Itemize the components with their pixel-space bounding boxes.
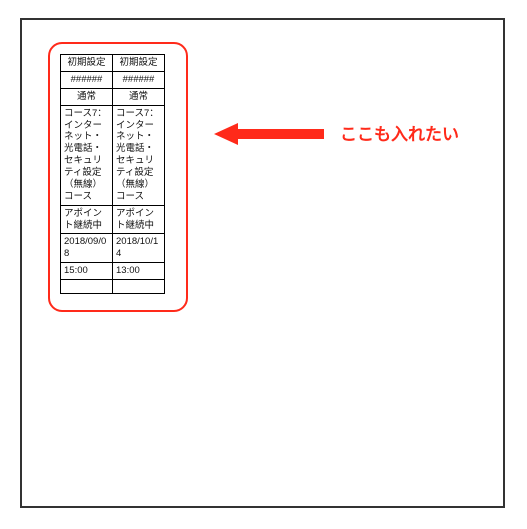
- viewport: 初期設定 初期設定 ###### ###### 通常 通常 コース7：インターネ…: [0, 0, 527, 526]
- arrow-icon: [214, 121, 324, 147]
- annotation-label: ここも入れたい: [340, 120, 459, 145]
- document-page: 初期設定 初期設定 ###### ###### 通常 通常 コース7：インターネ…: [20, 18, 505, 508]
- highlight-box: [48, 42, 188, 312]
